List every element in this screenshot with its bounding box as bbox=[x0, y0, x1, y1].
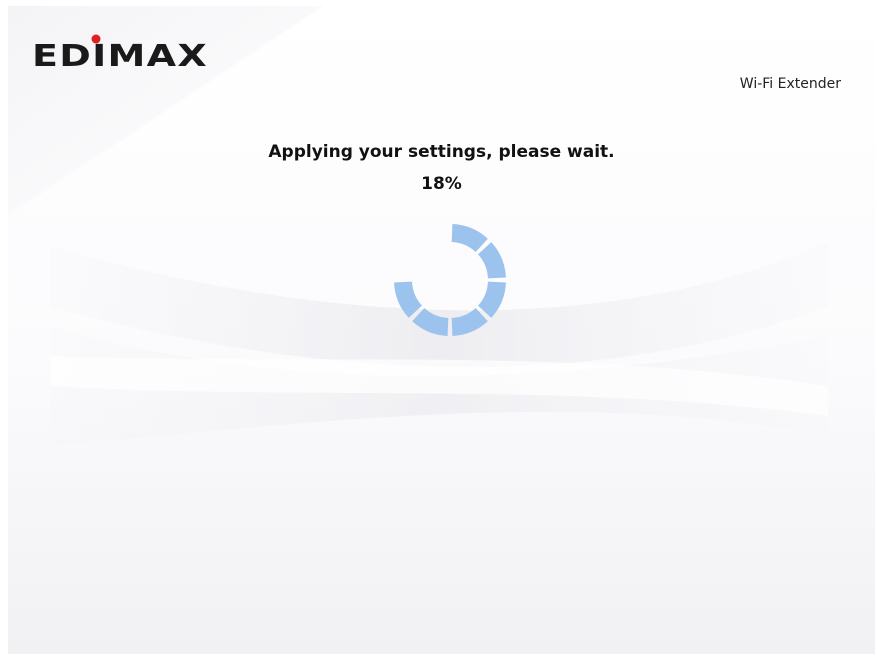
status-message: Applying your settings, please wait. bbox=[268, 142, 615, 162]
spinner-segment bbox=[412, 308, 449, 336]
logo-red-dot bbox=[91, 34, 101, 44]
loading-spinner-icon bbox=[394, 224, 506, 336]
edimax-logo: EDIMAX bbox=[32, 34, 208, 68]
setup-page: EDIMAX Wi-Fi Extender Applying your sett… bbox=[0, 0, 877, 657]
device-name-label: Wi-Fi Extender bbox=[739, 76, 841, 92]
spinner-segment bbox=[394, 281, 422, 318]
spinner-segment bbox=[451, 224, 488, 252]
spinner-segment bbox=[478, 242, 506, 279]
logo-wordmark: EDIMAX bbox=[32, 39, 208, 68]
progress-percent: 18% bbox=[421, 174, 462, 194]
content-panel: EDIMAX Wi-Fi Extender Applying your sett… bbox=[8, 6, 875, 654]
spinner-segment bbox=[451, 308, 488, 336]
spinner-segment bbox=[478, 281, 506, 318]
